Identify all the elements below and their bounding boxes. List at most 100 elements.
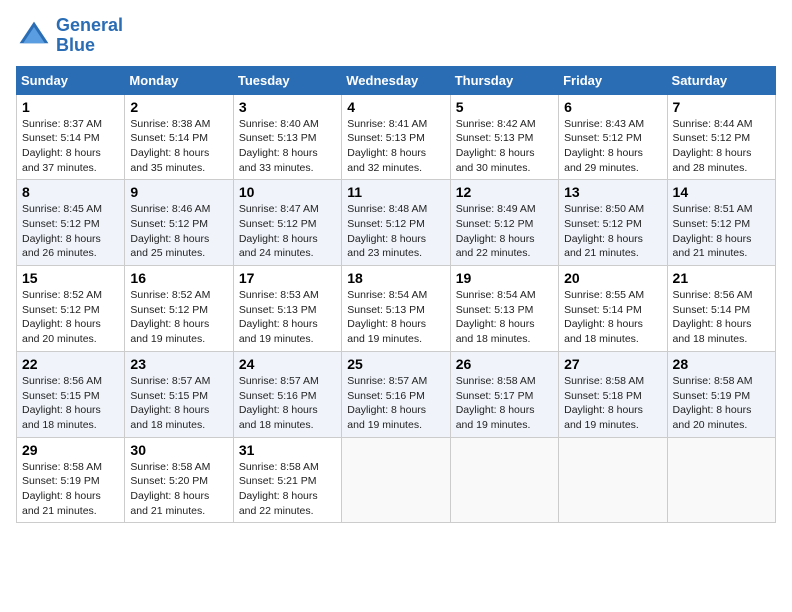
day-info: Sunrise: 8:44 AMSunset: 5:12 PMDaylight:…	[673, 118, 753, 174]
day-number: 2	[130, 99, 227, 115]
calendar-day: 8 Sunrise: 8:45 AMSunset: 5:12 PMDaylight…	[17, 180, 125, 266]
calendar-day: 17 Sunrise: 8:53 AMSunset: 5:13 PMDayligh…	[233, 266, 341, 352]
day-number: 28	[673, 356, 770, 372]
calendar-day: 30 Sunrise: 8:58 AMSunset: 5:20 PMDayligh…	[125, 437, 233, 523]
calendar-table: SundayMondayTuesdayWednesdayThursdayFrid…	[16, 66, 776, 524]
calendar-week-2: 8 Sunrise: 8:45 AMSunset: 5:12 PMDaylight…	[17, 180, 776, 266]
day-info: Sunrise: 8:57 AMSunset: 5:15 PMDaylight:…	[130, 375, 210, 431]
day-number: 1	[22, 99, 119, 115]
day-number: 23	[130, 356, 227, 372]
day-header-monday: Monday	[125, 66, 233, 94]
calendar-day: 4Sunrise: 8:41 AMSunset: 5:13 PMDaylight…	[342, 94, 450, 180]
day-number: 3	[239, 99, 336, 115]
calendar-day: 14 Sunrise: 8:51 AMSunset: 5:12 PMDayligh…	[667, 180, 775, 266]
day-header-wednesday: Wednesday	[342, 66, 450, 94]
calendar-day	[667, 437, 775, 523]
calendar-week-5: 29 Sunrise: 8:58 AMSunset: 5:19 PMDayligh…	[17, 437, 776, 523]
day-number: 5	[456, 99, 553, 115]
day-info: Sunrise: 8:43 AMSunset: 5:12 PMDaylight:…	[564, 118, 644, 174]
logo-icon	[16, 18, 52, 54]
calendar-day: 9 Sunrise: 8:46 AMSunset: 5:12 PMDaylight…	[125, 180, 233, 266]
calendar-day: 21 Sunrise: 8:56 AMSunset: 5:14 PMDayligh…	[667, 266, 775, 352]
calendar-day: 27 Sunrise: 8:58 AMSunset: 5:18 PMDayligh…	[559, 351, 667, 437]
calendar-day: 12 Sunrise: 8:49 AMSunset: 5:12 PMDayligh…	[450, 180, 558, 266]
day-info: Sunrise: 8:54 AMSunset: 5:13 PMDaylight:…	[347, 289, 427, 345]
day-number: 16	[130, 270, 227, 286]
day-info: Sunrise: 8:58 AMSunset: 5:19 PMDaylight:…	[22, 461, 102, 517]
day-number: 26	[456, 356, 553, 372]
day-info: Sunrise: 8:56 AMSunset: 5:14 PMDaylight:…	[673, 289, 753, 345]
calendar-day: 19 Sunrise: 8:54 AMSunset: 5:13 PMDayligh…	[450, 266, 558, 352]
day-info: Sunrise: 8:40 AMSunset: 5:13 PMDaylight:…	[239, 118, 319, 174]
day-number: 19	[456, 270, 553, 286]
day-number: 30	[130, 442, 227, 458]
calendar-week-4: 22Sunrise: 8:56 AMSunset: 5:15 PMDayligh…	[17, 351, 776, 437]
day-info: Sunrise: 8:58 AMSunset: 5:17 PMDaylight:…	[456, 375, 536, 431]
day-number: 21	[673, 270, 770, 286]
calendar-day: 16 Sunrise: 8:52 AMSunset: 5:12 PMDayligh…	[125, 266, 233, 352]
day-info: Sunrise: 8:37 AMSunset: 5:14 PMDaylight:…	[22, 118, 102, 174]
calendar-day: 10Sunrise: 8:47 AMSunset: 5:12 PMDayligh…	[233, 180, 341, 266]
day-number: 18	[347, 270, 444, 286]
calendar-day: 2 Sunrise: 8:38 AMSunset: 5:14 PMDaylight…	[125, 94, 233, 180]
calendar-day: 29 Sunrise: 8:58 AMSunset: 5:19 PMDayligh…	[17, 437, 125, 523]
day-info: Sunrise: 8:41 AMSunset: 5:13 PMDaylight:…	[347, 118, 427, 174]
day-number: 12	[456, 184, 553, 200]
day-number: 8	[22, 184, 119, 200]
day-number: 17	[239, 270, 336, 286]
calendar-day	[450, 437, 558, 523]
day-number: 25	[347, 356, 444, 372]
day-number: 6	[564, 99, 661, 115]
calendar-day: 15 Sunrise: 8:52 AMSunset: 5:12 PMDayligh…	[17, 266, 125, 352]
day-number: 7	[673, 99, 770, 115]
day-info: Sunrise: 8:38 AMSunset: 5:14 PMDaylight:…	[130, 118, 210, 174]
day-number: 29	[22, 442, 119, 458]
calendar-day: 1 Sunrise: 8:37 AMSunset: 5:14 PMDaylight…	[17, 94, 125, 180]
calendar-day: 7 Sunrise: 8:44 AMSunset: 5:12 PMDaylight…	[667, 94, 775, 180]
day-info: Sunrise: 8:55 AMSunset: 5:14 PMDaylight:…	[564, 289, 644, 345]
day-info: Sunrise: 8:58 AMSunset: 5:20 PMDaylight:…	[130, 461, 210, 517]
day-number: 13	[564, 184, 661, 200]
day-header-tuesday: Tuesday	[233, 66, 341, 94]
day-info: Sunrise: 8:57 AMSunset: 5:16 PMDaylight:…	[239, 375, 319, 431]
calendar-week-1: 1 Sunrise: 8:37 AMSunset: 5:14 PMDaylight…	[17, 94, 776, 180]
day-info: Sunrise: 8:51 AMSunset: 5:12 PMDaylight:…	[673, 203, 753, 259]
calendar-day: 25 Sunrise: 8:57 AMSunset: 5:16 PMDayligh…	[342, 351, 450, 437]
day-info: Sunrise: 8:45 AMSunset: 5:12 PMDaylight:…	[22, 203, 102, 259]
calendar-day: 18 Sunrise: 8:54 AMSunset: 5:13 PMDayligh…	[342, 266, 450, 352]
day-info: Sunrise: 8:49 AMSunset: 5:12 PMDaylight:…	[456, 203, 536, 259]
calendar-day: 20 Sunrise: 8:55 AMSunset: 5:14 PMDayligh…	[559, 266, 667, 352]
day-number: 24	[239, 356, 336, 372]
calendar-day: 5 Sunrise: 8:42 AMSunset: 5:13 PMDaylight…	[450, 94, 558, 180]
day-info: Sunrise: 8:58 AMSunset: 5:21 PMDaylight:…	[239, 461, 319, 517]
day-info: Sunrise: 8:46 AMSunset: 5:12 PMDaylight:…	[130, 203, 210, 259]
day-number: 22	[22, 356, 119, 372]
day-info: Sunrise: 8:52 AMSunset: 5:12 PMDaylight:…	[22, 289, 102, 345]
day-number: 9	[130, 184, 227, 200]
day-number: 14	[673, 184, 770, 200]
calendar-day	[559, 437, 667, 523]
day-number: 11	[347, 184, 444, 200]
day-info: Sunrise: 8:53 AMSunset: 5:13 PMDaylight:…	[239, 289, 319, 345]
day-info: Sunrise: 8:58 AMSunset: 5:18 PMDaylight:…	[564, 375, 644, 431]
day-info: Sunrise: 8:57 AMSunset: 5:16 PMDaylight:…	[347, 375, 427, 431]
page-header: General Blue	[16, 16, 776, 56]
day-header-saturday: Saturday	[667, 66, 775, 94]
day-info: Sunrise: 8:42 AMSunset: 5:13 PMDaylight:…	[456, 118, 536, 174]
day-info: Sunrise: 8:52 AMSunset: 5:12 PMDaylight:…	[130, 289, 210, 345]
day-info: Sunrise: 8:54 AMSunset: 5:13 PMDaylight:…	[456, 289, 536, 345]
calendar-day: 26 Sunrise: 8:58 AMSunset: 5:17 PMDayligh…	[450, 351, 558, 437]
logo-text: General Blue	[56, 16, 123, 56]
day-number: 15	[22, 270, 119, 286]
day-number: 20	[564, 270, 661, 286]
calendar-day: 13Sunrise: 8:50 AMSunset: 5:12 PMDayligh…	[559, 180, 667, 266]
day-number: 31	[239, 442, 336, 458]
day-info: Sunrise: 8:48 AMSunset: 5:12 PMDaylight:…	[347, 203, 427, 259]
calendar-day	[342, 437, 450, 523]
calendar-day: 22Sunrise: 8:56 AMSunset: 5:15 PMDayligh…	[17, 351, 125, 437]
day-number: 27	[564, 356, 661, 372]
day-info: Sunrise: 8:58 AMSunset: 5:19 PMDaylight:…	[673, 375, 753, 431]
calendar-day: 11 Sunrise: 8:48 AMSunset: 5:12 PMDayligh…	[342, 180, 450, 266]
day-header-thursday: Thursday	[450, 66, 558, 94]
logo: General Blue	[16, 16, 123, 56]
